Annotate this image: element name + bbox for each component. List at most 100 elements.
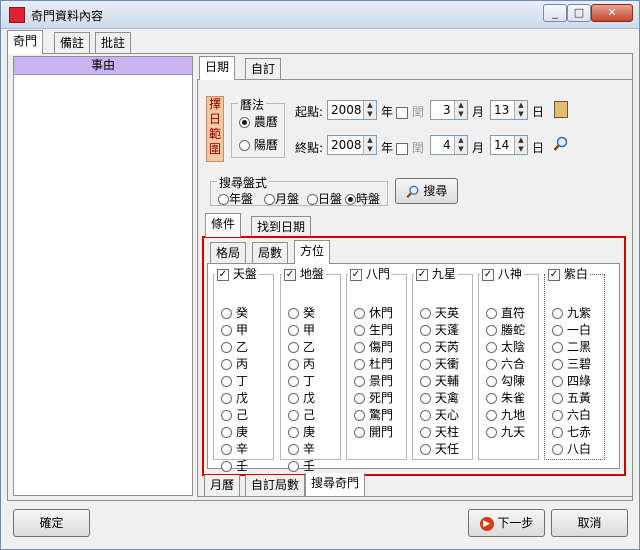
cancel-button[interactable]: 取消	[551, 509, 628, 537]
option-5-6[interactable]: 六白	[552, 406, 591, 423]
option-3-4[interactable]: 天輔	[420, 372, 459, 389]
magnifier-icon[interactable]	[553, 136, 569, 152]
option-label: 丙	[236, 357, 249, 371]
tab-pattern[interactable]: 格局	[210, 242, 247, 264]
option-0-4[interactable]: 丁	[221, 372, 248, 389]
option-4-2[interactable]: 太陰	[486, 338, 525, 355]
option-5-4[interactable]: 四綠	[552, 372, 591, 389]
tab-calendar[interactable]: 月曆	[204, 475, 241, 497]
option-3-1[interactable]: 天蓬	[420, 321, 459, 338]
option-4-7[interactable]: 九天	[486, 423, 525, 440]
option-0-7[interactable]: 庚	[221, 423, 248, 440]
option-5-7[interactable]: 七赤	[552, 423, 591, 440]
tab-round-number[interactable]: 局數	[252, 242, 289, 264]
checkbox-dipan[interactable]: ✓	[284, 268, 296, 281]
option-1-5[interactable]: 戊	[288, 389, 315, 406]
option-3-5[interactable]: 天禽	[420, 389, 459, 406]
start-leap-checkbox[interactable]: 閏	[396, 103, 424, 120]
checkbox-jiuxing[interactable]: ✓	[416, 268, 428, 281]
tab-search-qimen[interactable]: 搜尋奇門	[305, 473, 366, 497]
option-4-5[interactable]: 朱雀	[486, 389, 525, 406]
checkbox-bashen[interactable]: ✓	[482, 268, 494, 281]
start-month-spinner[interactable]: 3 ▲ ▼	[430, 100, 468, 120]
option-5-2[interactable]: 二黑	[552, 338, 591, 355]
tab-notes[interactable]: 備註	[54, 32, 91, 54]
option-1-1[interactable]: 甲	[288, 321, 315, 338]
checkbox-zibai[interactable]: ✓	[548, 268, 560, 281]
option-2-7[interactable]: 開門	[354, 423, 393, 440]
option-5-8[interactable]: 八白	[552, 440, 591, 457]
calendar-icon[interactable]	[554, 101, 568, 118]
option-5-3[interactable]: 三碧	[552, 355, 591, 372]
option-5-1[interactable]: 一白	[552, 321, 591, 338]
next-button[interactable]: ▶ 下一步	[468, 509, 545, 537]
option-0-9[interactable]: 壬	[221, 457, 248, 474]
tab-custom[interactable]: 自訂	[245, 58, 282, 80]
radio-day-chart[interactable]: 日盤	[307, 190, 342, 207]
option-0-8[interactable]: 辛	[221, 440, 248, 457]
option-5-5[interactable]: 五黃	[552, 389, 591, 406]
option-0-0[interactable]: 癸	[221, 304, 248, 321]
option-2-3[interactable]: 杜門	[354, 355, 393, 372]
close-button[interactable]: ✕	[591, 4, 633, 22]
end-leap-checkbox[interactable]: 閏	[396, 139, 424, 156]
option-5-0[interactable]: 九紫	[552, 304, 591, 321]
checkbox-bamen[interactable]: ✓	[350, 268, 362, 281]
tab-date[interactable]: 日期	[199, 56, 236, 80]
option-3-0[interactable]: 天英	[420, 304, 459, 321]
option-1-8[interactable]: 辛	[288, 440, 315, 457]
radio-lunar[interactable]: 農曆	[239, 113, 278, 130]
option-0-1[interactable]: 甲	[221, 321, 248, 338]
option-3-7[interactable]: 天柱	[420, 423, 459, 440]
option-1-7[interactable]: 庚	[288, 423, 315, 440]
option-4-3[interactable]: 六合	[486, 355, 525, 372]
option-3-3[interactable]: 天衝	[420, 355, 459, 372]
tab-qimen[interactable]: 奇門	[7, 30, 44, 54]
option-4-0[interactable]: 直符	[486, 304, 525, 321]
event-list[interactable]: 事由	[13, 56, 193, 496]
option-4-1[interactable]: 螣蛇	[486, 321, 525, 338]
start-day-spinner[interactable]: 13 ▲ ▼	[490, 100, 528, 120]
radio-icon	[354, 376, 365, 387]
option-2-0[interactable]: 休門	[354, 304, 393, 321]
option-2-1[interactable]: 生門	[354, 321, 393, 338]
tab-conditions[interactable]: 條件	[205, 213, 242, 237]
radio-year-chart[interactable]: 年盤	[218, 190, 253, 207]
option-0-3[interactable]: 丙	[221, 355, 248, 372]
option-3-6[interactable]: 天心	[420, 406, 459, 423]
tab-direction[interactable]: 方位	[294, 240, 331, 264]
option-3-8[interactable]: 天任	[420, 440, 459, 457]
tab-custom-rounds[interactable]: 自訂局數	[245, 475, 306, 497]
maximize-button[interactable]: □	[567, 4, 591, 22]
option-4-4[interactable]: 勾陳	[486, 372, 525, 389]
ok-button[interactable]: 確定	[13, 509, 90, 537]
radio-month-chart[interactable]: 月盤	[264, 190, 299, 207]
option-3-2[interactable]: 天芮	[420, 338, 459, 355]
radio-hour-chart[interactable]: 時盤	[345, 190, 380, 207]
checkbox-tianpan[interactable]: ✓	[217, 268, 229, 281]
end-month-spinner[interactable]: 4 ▲ ▼	[430, 135, 468, 155]
option-4-6[interactable]: 九地	[486, 406, 525, 423]
tab-found-dates[interactable]: 找到日期	[251, 216, 312, 238]
option-1-3[interactable]: 丙	[288, 355, 315, 372]
option-1-9[interactable]: 壬	[288, 457, 315, 474]
end-day-spinner[interactable]: 14 ▲ ▼	[490, 135, 528, 155]
radio-solar[interactable]: 陽曆	[239, 136, 278, 153]
minimize-button[interactable]: _	[543, 4, 567, 22]
option-2-2[interactable]: 傷門	[354, 338, 393, 355]
option-0-6[interactable]: 己	[221, 406, 248, 423]
option-0-2[interactable]: 乙	[221, 338, 248, 355]
option-1-4[interactable]: 丁	[288, 372, 315, 389]
option-1-2[interactable]: 乙	[288, 338, 315, 355]
tab-comments[interactable]: 批註	[95, 32, 132, 54]
option-1-0[interactable]: 癸	[288, 304, 315, 321]
option-2-6[interactable]: 驚門	[354, 406, 393, 423]
start-year-spinner[interactable]: 2008 ▲ ▼	[327, 100, 377, 120]
title-bar[interactable]: 奇門資料內容 _ □ ✕	[1, 1, 639, 29]
search-button[interactable]: 搜尋	[395, 178, 458, 204]
option-2-4[interactable]: 景門	[354, 372, 393, 389]
option-1-6[interactable]: 己	[288, 406, 315, 423]
option-2-5[interactable]: 死門	[354, 389, 393, 406]
end-year-spinner[interactable]: 2008 ▲ ▼	[327, 135, 377, 155]
option-0-5[interactable]: 戊	[221, 389, 248, 406]
